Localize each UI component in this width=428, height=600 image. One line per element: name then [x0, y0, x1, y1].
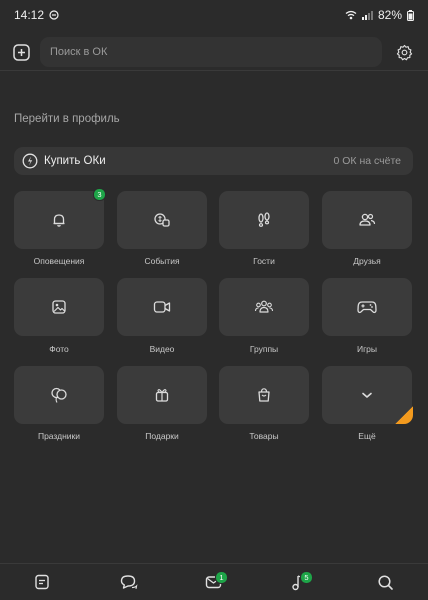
tile-games[interactable] [322, 278, 412, 336]
tile-label-video: Видео [149, 344, 175, 354]
new-corner-marker [395, 406, 413, 424]
notifications-badge: 3 [93, 188, 106, 201]
tile-label-more: Ещё [358, 431, 376, 441]
balloons-icon [51, 387, 67, 403]
wifi-icon [345, 10, 357, 20]
search-icon [377, 574, 393, 590]
tile-groups[interactable] [219, 278, 309, 336]
oki-balance: 0 ОК на счёте [333, 155, 402, 167]
gear-icon [396, 44, 412, 60]
oki-coin-icon [22, 153, 38, 169]
battery-icon [407, 9, 414, 21]
search-input[interactable]: Поиск в ОК [40, 37, 382, 67]
nav-search[interactable] [373, 571, 397, 593]
events-icon [154, 213, 170, 227]
status-bar: 14:12 82% [0, 0, 428, 30]
tile-holidays[interactable] [14, 366, 104, 424]
chats-icon [120, 574, 137, 589]
buy-oki-label: Купить ОКи [44, 155, 106, 167]
signal-icon [361, 10, 373, 20]
music-badge: 5 [300, 571, 313, 584]
profile-link[interactable]: Перейти в профиль [14, 113, 120, 125]
bell-icon [53, 214, 65, 227]
video-icon [153, 301, 171, 313]
tile-label-guests: Гости [253, 256, 275, 266]
settings-button[interactable] [391, 39, 417, 65]
tile-notifications[interactable] [14, 191, 104, 249]
tile-events[interactable] [117, 191, 207, 249]
buy-oki-bar[interactable]: Купить ОКи 0 ОК на счёте [14, 147, 413, 175]
tile-label-photo: Фото [49, 344, 69, 354]
add-button[interactable] [8, 39, 34, 65]
messages-badge: 1 [215, 571, 228, 584]
tile-label-holidays: Праздники [37, 431, 81, 441]
nav-chats[interactable] [116, 571, 140, 593]
status-dnd-icon [49, 10, 59, 20]
tile-label-events: События [144, 256, 180, 266]
photo-icon [52, 300, 66, 314]
tile-friends[interactable] [322, 191, 412, 249]
plus-square-icon [12, 43, 30, 61]
top-bar: Поиск в ОК [0, 34, 428, 70]
search-placeholder: Поиск в ОК [50, 46, 108, 58]
tile-goods[interactable] [219, 366, 309, 424]
battery-level: 82% [377, 8, 402, 22]
tile-photo[interactable] [14, 278, 104, 336]
status-time: 14:12 [14, 8, 45, 22]
friends-icon [359, 213, 376, 226]
nav-feed[interactable] [30, 571, 54, 593]
tile-label-notifications: Оповещения [33, 256, 85, 266]
tile-guests[interactable] [219, 191, 309, 249]
tile-label-gifts: Подарки [145, 431, 179, 441]
gift-icon [155, 389, 169, 402]
chevron-down-icon [362, 392, 372, 398]
tile-label-goods: Товары [249, 431, 279, 441]
bottom-nav: 1 5 [0, 564, 428, 600]
tile-label-groups: Группы [249, 344, 279, 354]
tile-video[interactable] [117, 278, 207, 336]
tile-gifts[interactable] [117, 366, 207, 424]
feed-icon [35, 574, 49, 590]
footprints-icon [258, 212, 270, 227]
top-divider [0, 70, 428, 71]
shopping-bag-icon [258, 388, 270, 402]
groups-icon [254, 300, 274, 313]
gamepad-icon [357, 301, 377, 314]
tile-label-friends: Друзья [353, 256, 381, 266]
tile-label-games: Игры [356, 344, 378, 354]
